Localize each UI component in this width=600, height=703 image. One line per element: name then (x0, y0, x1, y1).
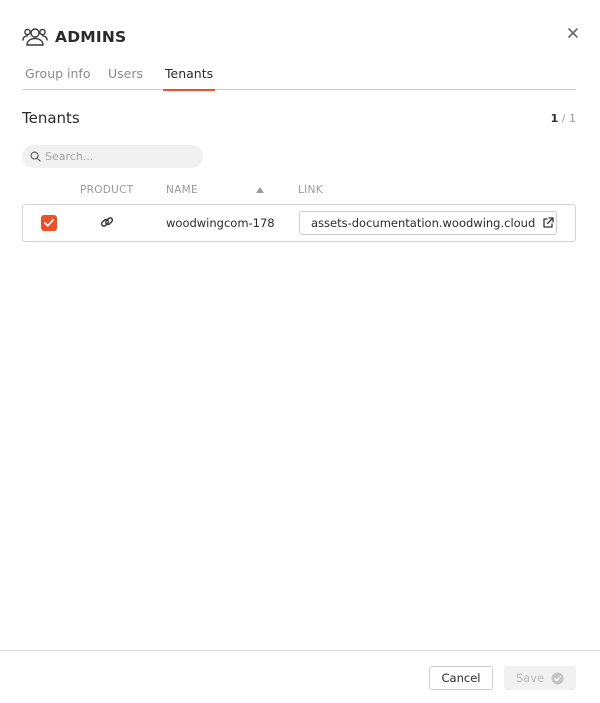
footer-divider (0, 650, 600, 651)
dialog-title: ADMINS (55, 28, 127, 46)
checkmark-icon (44, 219, 54, 227)
cancel-button[interactable]: Cancel (429, 666, 493, 690)
row-checkbox[interactable] (41, 215, 57, 231)
dialog-header: ADMINS (22, 24, 126, 50)
tab-users[interactable]: Users (108, 66, 143, 89)
search-icon (30, 151, 41, 162)
pagination-count: 1 / 1 (551, 112, 576, 125)
tenant-link-text: assets-documentation.woodwing.cloud (311, 216, 536, 230)
sort-ascending-icon[interactable] (256, 187, 264, 193)
search-input[interactable] (45, 150, 195, 163)
tab-tenants[interactable]: Tenants (163, 66, 216, 91)
user-group-icon (22, 28, 48, 46)
column-header-link[interactable]: LINK (298, 184, 323, 196)
column-header-name[interactable]: NAME (166, 184, 198, 196)
section-title: Tenants (22, 109, 80, 127)
search-box[interactable] (22, 145, 203, 168)
save-button-label: Save (515, 671, 545, 685)
tenant-link-button[interactable]: assets-documentation.woodwing.cloud (299, 211, 557, 235)
page-current: 1 (550, 112, 559, 125)
link-chain-icon (100, 217, 114, 227)
save-button[interactable]: Save (504, 666, 576, 690)
close-icon[interactable] (566, 26, 580, 40)
table-row[interactable]: woodwingcom-178 assets-documentation.woo… (22, 204, 576, 242)
page-total: / 1 (561, 112, 576, 125)
column-header-product[interactable]: PRODUCT (80, 184, 134, 196)
tab-group-info[interactable]: Group info (25, 66, 90, 89)
check-circle-icon (551, 672, 564, 684)
external-link-icon (543, 217, 554, 228)
tenant-name: woodwingcom-178 (166, 216, 275, 230)
tab-bar: Group info Users Tenants (22, 66, 576, 91)
